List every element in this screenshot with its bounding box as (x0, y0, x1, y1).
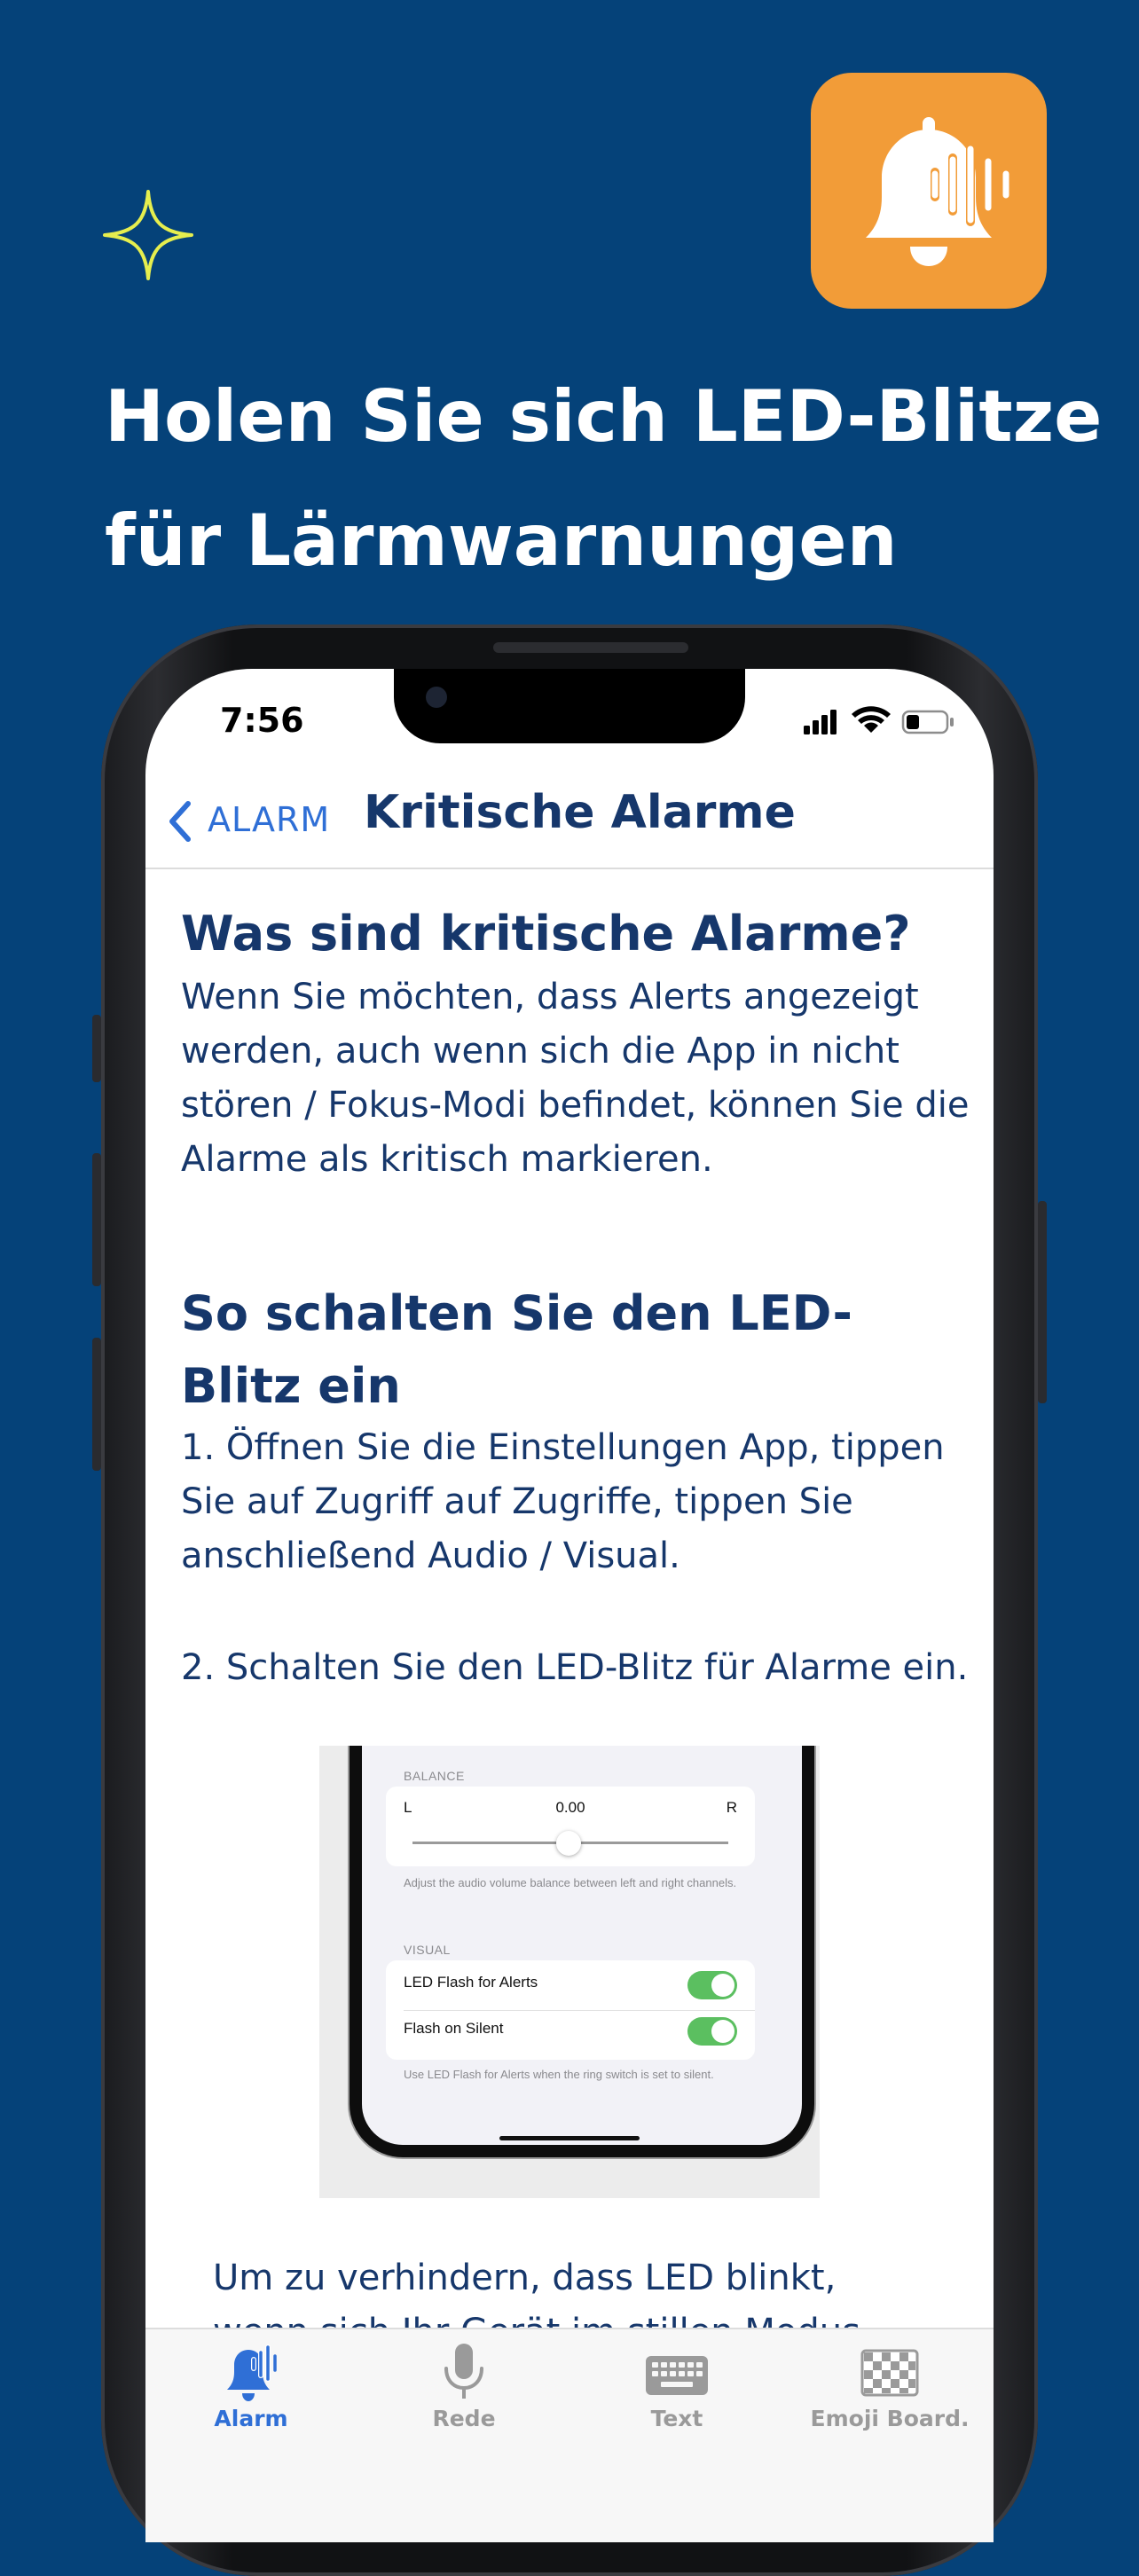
tab-alarm[interactable]: Alarm (149, 2338, 353, 2431)
balance-caption: BALANCE (404, 1769, 465, 1783)
front-camera (426, 687, 447, 708)
home-indicator (499, 2136, 640, 2140)
bell-icon (227, 2344, 277, 2401)
row-divider (404, 2010, 755, 2011)
volume-up-button (92, 1153, 101, 1286)
visual-caption: VISUAL (404, 1943, 451, 1957)
battery-icon (901, 710, 954, 734)
continuation-line-1: Um zu verhindern, dass LED blinkt, (213, 2258, 837, 2298)
step-1: 1. Öffnen Sie die Einstellungen App, tip… (181, 1421, 979, 1583)
flash-silent-toggle[interactable] (687, 2017, 737, 2046)
section-heading: Was sind kritische Alarme? (181, 906, 911, 962)
section-heading: So schalten Sie den LED-Blitz ein (181, 1285, 852, 1414)
sparkle-icon (103, 190, 193, 280)
checkerboard-icon (860, 2349, 919, 2397)
tab-label: Rede (432, 2406, 496, 2431)
chevron-left-icon[interactable] (163, 798, 195, 844)
tab-emoji-board[interactable]: Emoji Board. (788, 2338, 992, 2431)
tab-label: Emoji Board. (810, 2406, 970, 2431)
back-button[interactable]: ALARM (208, 800, 330, 839)
keyboard-icon (646, 2356, 708, 2395)
microphone-icon (444, 2344, 483, 2399)
led-flash-toggle[interactable] (687, 1971, 737, 1999)
promo-headline: Holen Sie sich LED-Blitze für Lärmwarnun… (105, 355, 1125, 603)
tab-text[interactable]: Text (575, 2338, 779, 2431)
visual-card: LED Flash for Alerts Flash on Silent (386, 1960, 755, 2060)
earpiece-speaker (493, 642, 688, 653)
section-body: Wenn Sie möchten, dass Alerts angezeigt … (181, 977, 970, 1180)
volume-down-button (92, 1338, 101, 1471)
notch (394, 669, 745, 743)
balance-right-label: R (726, 1799, 737, 1816)
status-icons (804, 706, 954, 734)
headline-line-2: für Lärmwarnungen (105, 499, 898, 582)
flash-silent-label: Flash on Silent (404, 2020, 504, 2037)
settings-screenshot: BALANCE L 0.00 R Adjust the audio volume… (319, 1746, 820, 2198)
balance-note: Adjust the audio volume balance between … (404, 1876, 737, 1889)
tab-label: Text (650, 2406, 703, 2431)
balance-slider-thumb[interactable] (556, 1831, 581, 1856)
signal-icon (804, 710, 837, 734)
app-icon (811, 73, 1047, 309)
page-title: Kritische Alarme (364, 786, 796, 839)
step-2: 2. Schalten Sie den LED-Blitz für Alarme… (181, 1641, 979, 1695)
mute-switch (92, 1015, 101, 1082)
bell-soundwave-icon (866, 117, 1009, 266)
tab-label: Alarm (214, 2406, 288, 2431)
step-2-text: 2. Schalten Sie den LED-Blitz für Alarme… (181, 1647, 969, 1688)
section-critical-alarms: Was sind kritische Alarme? Wenn Sie möch… (181, 898, 979, 1187)
step-1-text: 1. Öffnen Sie die Einstellungen App, tip… (181, 1427, 945, 1576)
balance-card: L 0.00 R (386, 1787, 755, 1866)
section-led-flash: So schalten Sie den LED-Blitz ein (181, 1277, 908, 1423)
visual-note: Use LED Flash for Alerts when the ring s… (404, 2068, 714, 2081)
balance-value: 0.00 (555, 1799, 585, 1816)
wifi-icon (852, 706, 891, 733)
headline-line-1: Holen Sie sich LED-Blitze (105, 375, 1103, 458)
power-button (1038, 1201, 1047, 1403)
tab-rede[interactable]: Rede (362, 2338, 566, 2431)
led-flash-label: LED Flash for Alerts (404, 1974, 538, 1991)
status-time: 7:56 (220, 701, 304, 740)
